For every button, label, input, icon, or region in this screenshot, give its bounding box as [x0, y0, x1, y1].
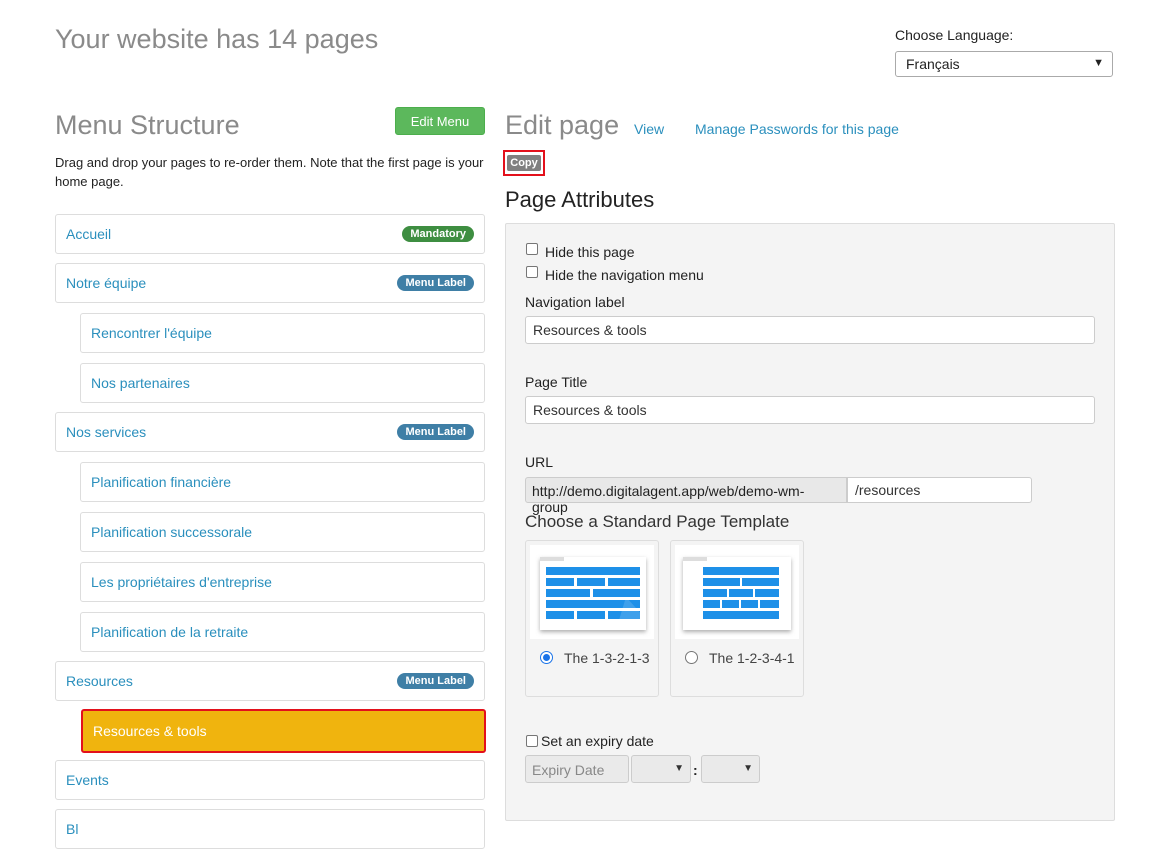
- template-label: The 1-3-2-1-3: [564, 650, 650, 666]
- template-thumbnail: [530, 545, 654, 639]
- hide-nav-label: Hide the navigation menu: [545, 267, 704, 283]
- template-thumbnail: [675, 545, 799, 639]
- menu-item-label: Resources: [66, 673, 133, 689]
- expiry-checkbox[interactable]: [526, 735, 538, 747]
- menu-item-planification-successorale[interactable]: Planification successorale: [80, 512, 485, 552]
- menu-item-label: Planification de la retraite: [91, 624, 249, 640]
- navigation-label-input[interactable]: Resources & tools: [525, 316, 1095, 344]
- menu-label-badge: Menu Label: [397, 673, 474, 689]
- time-separator: :: [693, 762, 698, 778]
- template-card-1-2-3-4-1[interactable]: The 1-2-3-4-1: [670, 540, 804, 697]
- manage-passwords-link[interactable]: Manage Passwords for this page: [695, 121, 899, 137]
- template-label: The 1-2-3-4-1: [709, 650, 795, 666]
- chevron-down-icon: ▼: [743, 763, 753, 774]
- template-card-1-3-2-1-3[interactable]: The 1-3-2-1-3: [525, 540, 659, 697]
- menu-item-resources-and-tools[interactable]: Resources & tools: [81, 709, 486, 753]
- language-selected-value: Français: [906, 56, 960, 72]
- menu-item-label: Rencontrer l'équipe: [91, 325, 212, 341]
- menu-item-planification-retraite[interactable]: Planification de la retraite: [80, 612, 485, 652]
- copy-button[interactable]: Copy: [507, 155, 541, 171]
- hide-nav-checkbox[interactable]: [526, 266, 538, 278]
- page-title-label: Page Title: [525, 374, 588, 390]
- menu-item-accueil[interactable]: Accueil Mandatory: [55, 214, 485, 254]
- edit-page-title: Edit page: [505, 110, 620, 140]
- menu-item-label: Notre équipe: [66, 275, 147, 291]
- menu-item-events[interactable]: Events: [55, 760, 485, 800]
- hide-page-checkbox[interactable]: [526, 243, 538, 255]
- page-attributes-title: Page Attributes: [505, 187, 655, 212]
- page-title-input[interactable]: Resources & tools: [525, 396, 1095, 424]
- menu-item-proprietaires-entreprise[interactable]: Les propriétaires d'entreprise: [80, 562, 485, 602]
- menu-item-label: Events: [66, 772, 109, 788]
- menu-item-label: Planification financière: [91, 474, 232, 490]
- menu-item-notre-equipe[interactable]: Notre équipe Menu Label: [55, 263, 485, 303]
- page-count-title: Your website has 14 pages: [55, 24, 379, 54]
- expiry-label: Set an expiry date: [541, 733, 654, 749]
- menu-item-nos-partenaires[interactable]: Nos partenaires: [80, 363, 485, 403]
- menu-item-resources[interactable]: Resources Menu Label: [55, 661, 485, 701]
- expiry-hour-select[interactable]: ▼: [631, 755, 691, 783]
- menu-item-planification-financiere[interactable]: Planification financière: [80, 462, 485, 502]
- menu-structure-title: Menu Structure: [55, 110, 240, 140]
- menu-description: Drag and drop your pages to re-order the…: [55, 155, 484, 189]
- menu-item-nos-services[interactable]: Nos services Menu Label: [55, 412, 485, 452]
- template-heading: Choose a Standard Page Template: [525, 512, 790, 531]
- copy-highlight: Copy: [503, 150, 545, 176]
- menu-item-label: Nos partenaires: [91, 375, 190, 391]
- menu-item-label: Planification successorale: [91, 524, 253, 540]
- url-label: URL: [525, 454, 554, 470]
- url-prefix: http://demo.digitalagent.app/web/demo-wm…: [525, 477, 847, 515]
- menu-item-label: Accueil: [66, 226, 112, 242]
- menu-item-label: Resources & tools: [93, 723, 207, 739]
- language-label: Choose Language:: [895, 27, 1014, 43]
- menu-label-badge: Menu Label: [397, 424, 474, 440]
- menu-item-label: Nos services: [66, 424, 147, 440]
- menu-item-label: Bl: [66, 821, 79, 837]
- expiry-date-input[interactable]: Expiry Date: [525, 755, 629, 783]
- navigation-label-label: Navigation label: [525, 294, 625, 310]
- language-select[interactable]: Français ▼: [895, 51, 1113, 77]
- menu-item-blog[interactable]: Bl: [55, 809, 485, 849]
- menu-label-badge: Menu Label: [397, 275, 474, 291]
- chevron-down-icon: ▼: [674, 763, 684, 774]
- menu-item-rencontrer-lequipe[interactable]: Rencontrer l'équipe: [80, 313, 485, 353]
- hide-page-label: Hide this page: [545, 244, 635, 260]
- url-slug-input[interactable]: /resources: [847, 477, 1032, 503]
- menu-item-label: Les propriétaires d'entreprise: [91, 574, 272, 590]
- expiry-minute-select[interactable]: ▼: [701, 755, 760, 783]
- view-link[interactable]: View: [634, 121, 664, 137]
- chevron-down-icon: ▼: [1093, 57, 1104, 69]
- edit-menu-button[interactable]: Edit Menu: [395, 107, 485, 135]
- mandatory-badge: Mandatory: [402, 226, 474, 242]
